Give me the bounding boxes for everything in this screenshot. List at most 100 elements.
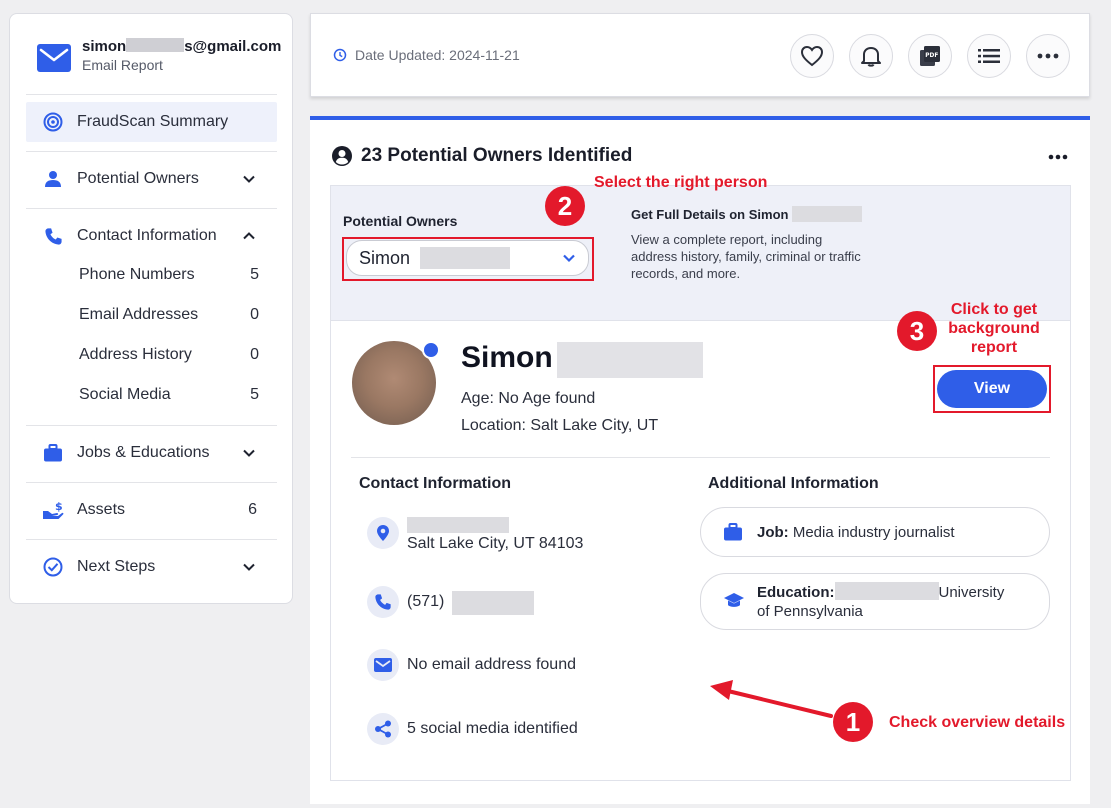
owners-title-text: 23 Potential Owners Identified — [361, 145, 633, 166]
divider — [26, 482, 277, 483]
person-name: Simon — [461, 341, 553, 374]
subitem-count: 5 — [250, 386, 259, 403]
sidebar-item-fraudscan-summary[interactable]: FraudScan Summary — [26, 102, 277, 142]
assets-icon: $ — [42, 500, 64, 520]
subitem-label: Phone Numbers — [79, 266, 195, 283]
subitem-label: Social Media — [79, 386, 171, 403]
annotation-step-2-text: Select the right person — [594, 174, 768, 191]
redacted-text — [452, 591, 534, 615]
favorite-button[interactable] — [790, 34, 834, 78]
divider — [26, 539, 277, 540]
sidebar-item-label: Jobs & Educations — [77, 444, 210, 461]
potential-owners-label: Potential Owners — [343, 213, 458, 229]
full-details-description: View a complete report, including addres… — [631, 232, 861, 281]
account-email: simon s@gmail.com — [82, 38, 282, 55]
subitem-count: 0 — [250, 306, 259, 323]
sidebar-subitem-address-history[interactable]: Address History 0 — [79, 346, 259, 368]
svg-text:$: $ — [55, 500, 63, 513]
sidebar-item-count: 6 — [248, 501, 257, 518]
sidebar-item-label: Contact Information — [77, 227, 217, 244]
alerts-button[interactable] — [849, 34, 893, 78]
chevron-down-icon — [243, 175, 255, 183]
heart-icon — [800, 45, 824, 67]
divider — [26, 151, 277, 152]
annotation-step-3-text: Click to get background report — [948, 301, 1040, 356]
sidebar-item-contact-information[interactable]: Contact Information — [26, 216, 277, 256]
contact-social: 5 social media identified — [407, 720, 578, 737]
annotation-highlight-select — [342, 237, 594, 281]
avatar — [352, 341, 440, 425]
list-button[interactable] — [967, 34, 1011, 78]
account-subtitle: Email Report — [82, 57, 163, 73]
redacted-text — [834, 582, 939, 600]
contact-address: Salt Lake City, UT 84103 — [407, 535, 584, 552]
date-updated-text: Date Updated: 2024-11-21 — [355, 47, 520, 63]
education-card: Education: University of Pennsylvania — [700, 573, 1050, 630]
contact-info-title: Contact Information — [359, 475, 511, 492]
additional-info-title: Additional Information — [708, 475, 879, 492]
history-icon — [333, 48, 347, 62]
sidebar-item-assets[interactable]: $ Assets 6 — [26, 490, 277, 530]
check-circle-icon — [42, 557, 64, 577]
account-header: simon s@gmail.com Email Report — [37, 38, 287, 78]
annotation-step-3-badge: 3 — [897, 311, 937, 351]
annotation-step-1-badge: 1 — [833, 702, 873, 742]
divider — [26, 94, 277, 95]
pdf-icon: PDF — [920, 46, 940, 66]
envelope-icon — [367, 649, 399, 681]
sidebar-item-label: Assets — [77, 501, 126, 518]
annotation-step-2-badge: 2 — [545, 186, 585, 226]
redacted-text — [126, 38, 185, 52]
subitem-label: Address History — [79, 346, 192, 363]
annotation-highlight-view — [933, 365, 1051, 413]
pdf-button[interactable]: PDF — [908, 34, 952, 78]
contact-phone: (571) — [407, 593, 445, 610]
person-age: Age: No Age found — [461, 390, 596, 407]
sidebar: simon s@gmail.com Email Report FraudScan … — [9, 13, 293, 604]
sidebar-item-label: FraudScan Summary — [77, 113, 229, 130]
contact-email: No email address found — [407, 656, 576, 673]
owners-title: 23 Potential Owners Identified — [332, 145, 632, 167]
sidebar-item-label: Next Steps — [77, 558, 156, 575]
sidebar-item-label: Potential Owners — [77, 170, 199, 187]
contact-social-row[interactable]: 5 social media identified — [367, 713, 647, 747]
subitem-count: 5 — [250, 266, 259, 283]
briefcase-icon — [724, 523, 742, 541]
owner-detail-panel: Simon Age: No Age found Location: Salt L… — [330, 320, 1071, 781]
chevron-down-icon — [243, 563, 255, 571]
redacted-text — [407, 517, 509, 533]
sidebar-item-potential-owners[interactable]: Potential Owners — [26, 159, 277, 199]
location-pin-icon — [367, 517, 399, 549]
more-button[interactable] — [1026, 34, 1070, 78]
user-circle-icon — [332, 146, 352, 166]
sidebar-subitem-social-media[interactable]: Social Media 5 — [79, 386, 259, 408]
chevron-up-icon — [243, 232, 255, 240]
person-icon — [42, 169, 64, 189]
divider — [26, 425, 277, 426]
job-card: Job: Media industry journalist — [700, 507, 1050, 557]
contact-phone-row[interactable]: (571) — [367, 586, 647, 620]
annotation-step-1-text: Check overview details — [889, 714, 1066, 731]
sidebar-subitem-phone-numbers[interactable]: Phone Numbers 5 — [79, 266, 259, 288]
redacted-text — [557, 342, 703, 378]
card-more-icon[interactable] — [1048, 154, 1068, 160]
more-icon — [1037, 53, 1059, 59]
divider — [351, 457, 1050, 458]
share-icon — [367, 713, 399, 745]
list-icon — [978, 49, 1000, 63]
sidebar-item-jobs-educations[interactable]: Jobs & Educations — [26, 433, 277, 473]
sidebar-item-next-steps[interactable]: Next Steps — [26, 547, 277, 587]
graduation-cap-icon — [724, 593, 744, 607]
bell-icon — [861, 47, 881, 67]
phone-icon — [42, 226, 64, 246]
owners-card: 23 Potential Owners Identified Potential… — [310, 116, 1090, 804]
phone-icon — [367, 586, 399, 618]
sidebar-subitem-email-addresses[interactable]: Email Addresses 0 — [79, 306, 259, 328]
top-bar: Date Updated: 2024-11-21 PDF — [310, 13, 1090, 97]
date-updated: Date Updated: 2024-11-21 — [333, 47, 520, 63]
person-location: Location: Salt Lake City, UT — [461, 417, 659, 434]
svg-text:PDF: PDF — [925, 53, 938, 59]
subitem-label: Email Addresses — [79, 306, 199, 323]
status-dot — [422, 341, 440, 359]
job-text: Job: Media industry journalist — [757, 524, 955, 541]
